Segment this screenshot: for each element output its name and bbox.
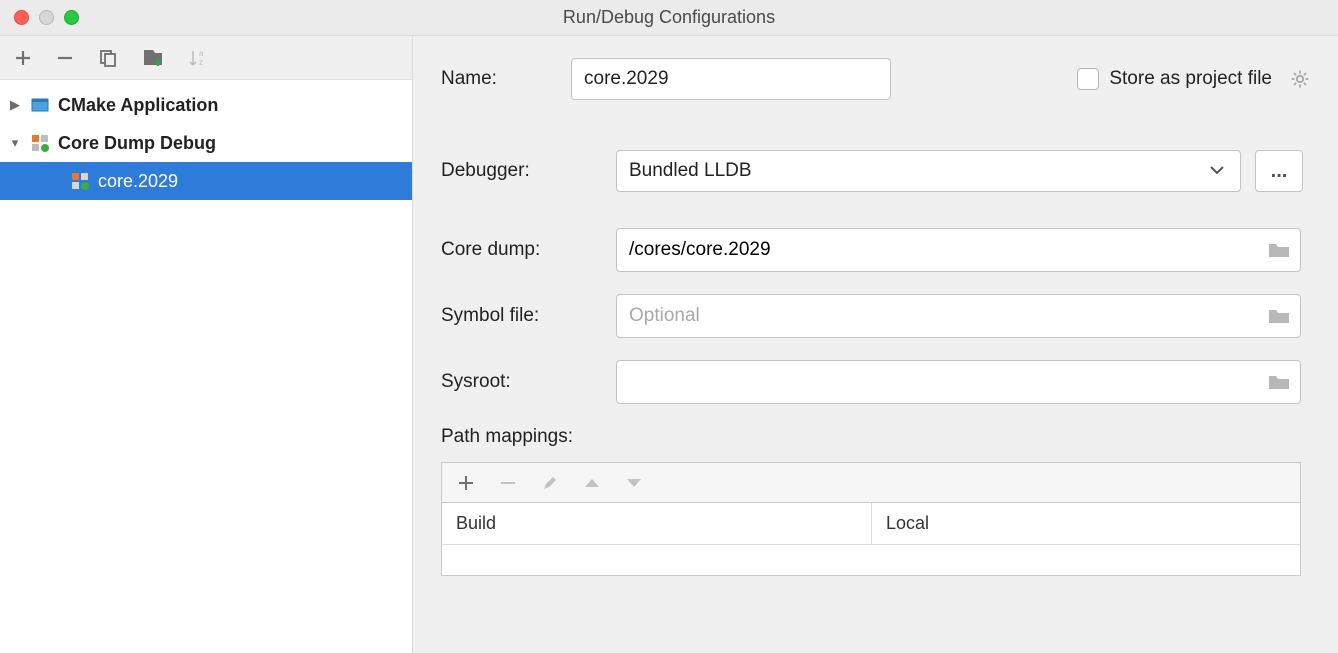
store-as-project-file-checkbox[interactable] — [1077, 68, 1099, 90]
core-dump-group-icon — [30, 133, 50, 153]
debugger-value: Bundled LLDB — [629, 160, 752, 182]
core-dump-input[interactable] — [629, 239, 1268, 261]
tree-label: core.2029 — [98, 171, 178, 192]
folder-icon[interactable] — [1268, 373, 1300, 391]
sysroot-input[interactable] — [629, 371, 1268, 393]
store-as-project-file-row: Store as project file — [1077, 68, 1310, 90]
column-build[interactable]: Build — [442, 503, 872, 544]
save-template-icon[interactable] — [142, 48, 164, 68]
close-window-button[interactable] — [14, 10, 29, 25]
titlebar: Run/Debug Configurations — [0, 0, 1338, 36]
symbol-file-input[interactable] — [629, 305, 1268, 327]
edit-mapping-icon[interactable] — [542, 475, 558, 491]
tree-item-core-2029[interactable]: core.2029 — [0, 162, 412, 200]
debugger-browse-button[interactable]: ... — [1255, 150, 1303, 192]
sort-alphabetically-icon[interactable]: az — [188, 48, 208, 68]
gear-icon[interactable] — [1290, 69, 1310, 89]
tree-item-core-dump-debug[interactable]: ▾ Core Dump Debug — [0, 124, 412, 162]
cmake-app-icon — [30, 95, 50, 115]
configurations-sidebar: az ▶ CMake Application ▾ Core Dump Debug — [0, 36, 413, 653]
expand-arrow-icon[interactable]: ▶ — [8, 97, 22, 113]
move-down-icon[interactable] — [626, 477, 642, 489]
folder-icon[interactable] — [1268, 307, 1300, 325]
sysroot-field[interactable] — [616, 360, 1301, 404]
debugger-label: Debugger: — [441, 160, 616, 182]
path-mappings-table: Build Local — [441, 502, 1301, 576]
core-dump-item-icon — [70, 171, 90, 191]
copy-configuration-icon[interactable] — [98, 48, 118, 68]
svg-text:z: z — [199, 58, 203, 67]
dropdown-arrow-icon — [1210, 166, 1224, 176]
path-mappings-label: Path mappings: — [441, 426, 1310, 448]
zoom-window-button[interactable] — [64, 10, 79, 25]
path-mappings-body — [442, 545, 1300, 575]
window-title: Run/Debug Configurations — [563, 7, 775, 28]
symbol-file-label: Symbol file: — [441, 305, 616, 327]
tree-label: Core Dump Debug — [58, 133, 216, 154]
core-dump-field[interactable] — [616, 228, 1301, 272]
minimize-window-button[interactable] — [39, 10, 54, 25]
move-up-icon[interactable] — [584, 477, 600, 489]
collapse-arrow-icon[interactable]: ▾ — [8, 135, 22, 151]
column-local[interactable]: Local — [872, 503, 943, 544]
configuration-form: Name: Store as project file Debugger: Bu… — [413, 36, 1338, 653]
tree-label: CMake Application — [58, 95, 218, 116]
debugger-select[interactable]: Bundled LLDB — [616, 150, 1241, 192]
symbol-file-field[interactable] — [616, 294, 1301, 338]
path-mappings-toolbar — [441, 462, 1301, 502]
remove-configuration-icon[interactable] — [56, 49, 74, 67]
add-mapping-icon[interactable] — [458, 475, 474, 491]
tree-item-cmake-application[interactable]: ▶ CMake Application — [0, 86, 412, 124]
sidebar-toolbar: az — [0, 36, 412, 80]
folder-icon[interactable] — [1268, 241, 1300, 259]
name-input[interactable] — [571, 58, 891, 100]
store-as-project-file-label: Store as project file — [1109, 68, 1272, 90]
window-controls — [14, 10, 79, 25]
name-label: Name: — [441, 68, 571, 90]
svg-text:a: a — [199, 49, 204, 58]
sysroot-label: Sysroot: — [441, 371, 616, 393]
core-dump-label: Core dump: — [441, 239, 616, 261]
configurations-tree: ▶ CMake Application ▾ Core Dump Debug co… — [0, 80, 412, 200]
add-configuration-icon[interactable] — [14, 49, 32, 67]
path-mappings-header: Build Local — [442, 503, 1300, 545]
remove-mapping-icon[interactable] — [500, 475, 516, 491]
